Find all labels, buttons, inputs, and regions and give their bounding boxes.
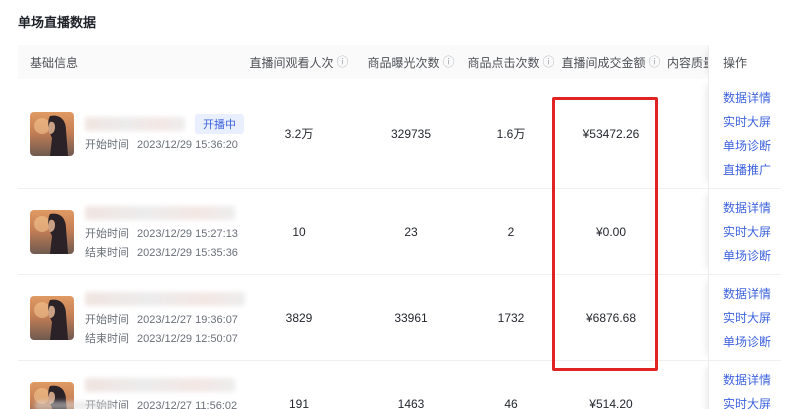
basic-info-cell: 开播中 开始时间 2023/12/29 15:36:20 [18,79,243,188]
action-link[interactable]: 数据详情 [723,371,771,388]
start-time-label: 开始时间 [85,228,129,240]
streamer-name-redacted [85,378,235,392]
streamer-name-redacted [85,117,185,131]
start-time-label: 开始时间 [85,314,129,326]
col-header-gmv: 直播间成交金额 ⓘ [555,45,667,79]
clicks-value: 1.6万 [467,79,555,188]
action-link[interactable]: 单场诊断 [723,247,771,264]
action-link[interactable]: 数据详情 [723,89,771,106]
table-row: 开播中 开始时间2023/12/29 15:36:20 3.2万 329735 … [18,79,781,189]
info-icon[interactable]: ⓘ [443,56,455,68]
start-time-line: 开始时间 2023/12/29 15:36:20 [85,136,244,152]
quality-value [667,79,708,188]
start-time-value: 2023/12/27 11:56:02 [137,400,237,409]
streamer-name-redacted [85,206,235,220]
gmv-value: ¥514.20 [555,361,667,409]
table-row: 开始时间 2023/12/29 15:27:13 结束时间 2023/12/29 1… [18,189,781,275]
basic-info-cell: 开始时间 2023/12/27 19:36:07 结束时间 2023/12/29 1… [18,275,243,360]
actions-list: 数据详情实时大屏单场诊断直播推广 [723,79,771,188]
table-row: 开始时间2023/12/27 11:56:02 结束时间2023/12/27 1… [18,361,781,409]
end-time-line: 结束时间 2023/12/29 12:50:07 [85,330,245,346]
page-title: 单场直播数据 [18,12,96,31]
end-time-label: 结束时间 [85,333,129,345]
avatar-image [30,210,74,254]
exposures-value: 23 [355,189,467,274]
action-link[interactable]: 数据详情 [723,285,771,302]
action-link[interactable]: 单场诊断 [723,333,771,350]
table-row: 开始时间 2023/12/27 19:36:07 结束时间 2023/12/29 1… [18,275,781,361]
exposures-value: 33961 [355,275,467,360]
clicks-value: 2 [467,189,555,274]
table-body: 开播中 开始时间2023/12/29 15:36:20 3.2万 329735 … [18,79,781,409]
col-header-viewers: 直播间观看人次 ⓘ [243,45,355,79]
streamer-name-redacted [85,292,245,306]
live-data-page: 单场直播数据 基础信息 直播间观看人次 ⓘ 商品曝光次数 ⓘ 商品点击次数 ⓘ … [0,0,799,409]
action-link[interactable]: 直播推广 [723,161,771,178]
action-link[interactable]: 实时大屏 [723,113,771,130]
start-time-value: 2023/12/27 19:36:07 [137,314,238,326]
quality-value [667,189,708,274]
viewers-value: 3829 [243,275,355,360]
col-header-clicks: 商品点击次数 ⓘ [467,45,555,79]
basic-info-cell: 开始时间 2023/12/29 15:27:13 结束时间 2023/12/29 1… [18,189,243,274]
action-link[interactable]: 单场诊断 [723,137,771,154]
live-status-badge: 开播中 [195,114,244,134]
streamer-avatar [30,210,74,254]
streamer-avatar [30,296,74,340]
actions-list: 数据详情实时大屏单场诊断 [723,275,771,360]
clicks-value: 46 [467,361,555,409]
end-time-line: 结束时间 2023/12/29 15:35:36 [85,244,238,260]
quality-value [667,275,708,360]
actions-cell: 数据详情实时大屏单场诊断 [708,361,781,409]
start-time-value: 2023/12/29 15:27:13 [137,228,238,240]
info-icon[interactable]: ⓘ [337,56,349,68]
actions-cell: 数据详情实时大屏单场诊断直播推广 [708,79,781,188]
table-header-row: 基础信息 直播间观看人次 ⓘ 商品曝光次数 ⓘ 商品点击次数 ⓘ 直播间成交金额… [18,45,781,79]
action-link[interactable]: 实时大屏 [723,395,771,409]
gmv-value: ¥53472.26 [555,79,667,188]
clicks-value: 1732 [467,275,555,360]
col-header-label: 直播间成交金额 [561,54,645,71]
action-link[interactable]: 实时大屏 [723,309,771,326]
col-header-exposures: 商品曝光次数 ⓘ [355,45,467,79]
gmv-value: ¥0.00 [555,189,667,274]
start-time-line: 开始时间 2023/12/27 19:36:07 [85,311,245,327]
exposures-value: 329735 [355,79,467,188]
col-header-label: 商品点击次数 [467,54,539,71]
quality-value [667,361,708,409]
col-header-label: 商品曝光次数 [367,54,439,71]
exposures-value: 1463 [355,361,467,409]
col-header-quality: 内容质量 [667,45,708,79]
end-time-label: 结束时间 [85,247,129,259]
end-time-value: 2023/12/29 12:50:07 [137,333,238,345]
start-time-value: 2023/12/29 15:36:20 [137,139,238,151]
col-header-label: 基础信息 [30,54,78,71]
cut-off-text-fragment [35,401,113,409]
start-time-label: 开始时间 [85,139,129,151]
actions-cell: 数据详情实时大屏单场诊断 [708,189,781,274]
col-header-actions: 操作 [708,45,781,79]
viewers-value: 10 [243,189,355,274]
col-header-label: 内容质量 [667,54,708,71]
actions-list: 数据详情实时大屏单场诊断 [723,189,771,274]
avatar-image [30,112,74,156]
action-link[interactable]: 实时大屏 [723,223,771,240]
gmv-value: ¥6876.68 [555,275,667,360]
viewers-value: 3.2万 [243,79,355,188]
viewers-value: 191 [243,361,355,409]
info-icon[interactable]: ⓘ [543,56,555,68]
action-link[interactable]: 数据详情 [723,199,771,216]
actions-list: 数据详情实时大屏单场诊断 [723,361,771,409]
live-sessions-table: 基础信息 直播间观看人次 ⓘ 商品曝光次数 ⓘ 商品点击次数 ⓘ 直播间成交金额… [18,45,781,409]
actions-cell: 数据详情实时大屏单场诊断 [708,275,781,360]
end-time-value: 2023/12/29 15:35:36 [137,247,238,259]
streamer-avatar [30,112,74,156]
avatar-image [30,296,74,340]
start-time-line: 开始时间 2023/12/29 15:27:13 [85,225,238,241]
info-icon[interactable]: ⓘ [649,56,661,68]
col-header-basic-info: 基础信息 [18,45,243,79]
col-header-label: 操作 [723,54,747,71]
col-header-label: 直播间观看人次 [249,54,333,71]
